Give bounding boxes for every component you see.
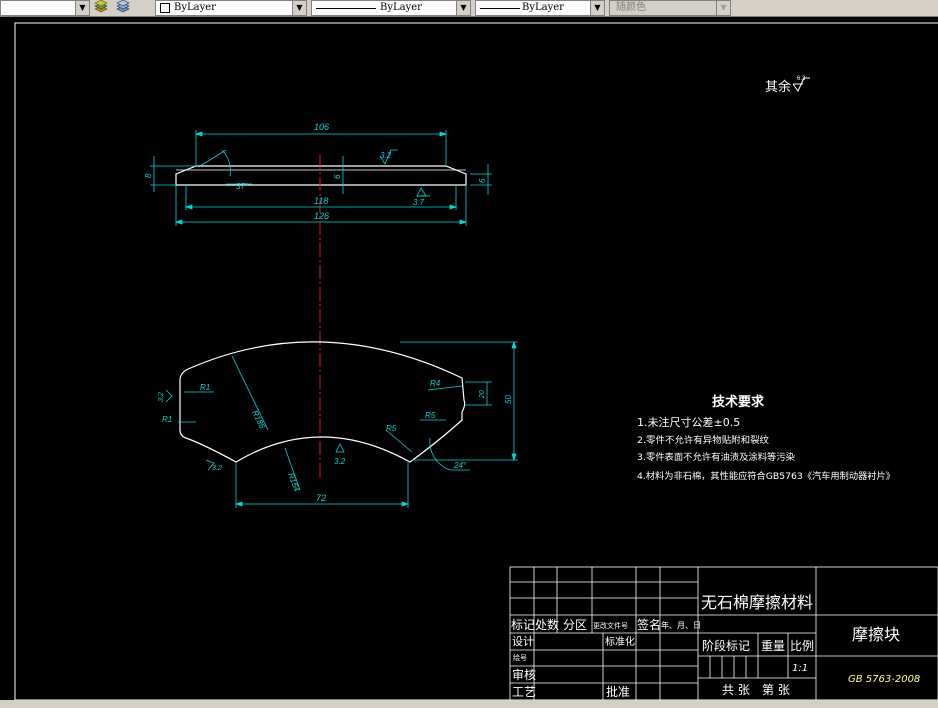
drawing-canvas[interactable]: 其余 6.3 106 118 126 8 6 6 37° 3.2 3.7 R1 … [0, 17, 938, 708]
tb-signature: 签名 [637, 617, 661, 632]
roughness-bottom: 3.7 [413, 198, 425, 207]
roughness-note-value: 6.3 [797, 76, 806, 82]
radius-r5-a: R5 [425, 411, 436, 420]
chevron-down-icon[interactable]: ▼ [456, 1, 470, 15]
lineweight-preview [480, 8, 520, 9]
radius-r4: R4 [430, 379, 441, 388]
tb-weight: 重量 [761, 639, 785, 653]
status-strip [0, 700, 938, 708]
tech-req-title: 技术要求 [712, 394, 765, 410]
tb-drawer: 绘号 [513, 653, 527, 662]
dim-height-right: 6 [478, 178, 487, 183]
dim-bottom-width: 126 [314, 211, 329, 221]
tech-req-item: 2.零件不允许有异物贴附和裂纹 [637, 434, 769, 446]
chevron-down-icon[interactable]: ▼ [590, 1, 604, 15]
angle-label: 37° [236, 182, 249, 191]
tech-req-item: 4.材料为非石棉，其性能应符合GB5763《汽车用制动器衬片》 [637, 470, 895, 482]
tb-approve: 批准 [606, 684, 630, 699]
tb-date: 年、月、日 [661, 620, 701, 630]
tech-req-item: 1.未注尺寸公差±0.5 [637, 415, 740, 429]
radius-r1-lower: R1 [162, 415, 172, 424]
tb-review: 审核 [512, 667, 536, 682]
color-swatch-icon [160, 3, 170, 13]
linetype-combo-value: ByLayer [380, 2, 422, 13]
top-view: 106 118 126 8 6 6 37° 3.2 3.7 [144, 122, 492, 226]
dim-height-mid: 6 [333, 174, 342, 179]
lineweight-combo-value: ByLayer [522, 2, 564, 13]
dim-height: 50 [504, 395, 513, 404]
front-view: R1 R1 3.2 R186 R154 R4 R5 R5 20 50 72 24… [158, 340, 518, 508]
radius-large: R186 [250, 409, 267, 431]
plotstyle-combo: 随颜色 ▼ [609, 0, 731, 16]
tb-standard: GB 5763-2008 [848, 674, 920, 685]
dim-bottom-width: 72 [316, 493, 326, 503]
linetype-combo[interactable]: ByLayer ▼ [311, 0, 471, 16]
dim-height-left: 8 [144, 173, 153, 178]
tb-part-name: 摩擦块 [852, 625, 900, 644]
layer-stack-icon[interactable] [94, 0, 108, 13]
tb-design: 设计 [512, 635, 534, 648]
tech-req-item: 3.零件表面不允许有油渍及涂料等污染 [637, 451, 795, 463]
roughness-note: 其余 [765, 79, 791, 94]
lineweight-combo[interactable]: ByLayer ▼ [475, 0, 605, 16]
top-view-outline [175, 165, 467, 186]
tech-requirements: 技术要求 1.未注尺寸公差±0.5 2.零件不允许有异物贴附和裂纹 3.零件表面… [637, 394, 895, 482]
tb-total-sheets: 共 张 [722, 683, 750, 697]
tb-material: 无石棉摩擦材料 [701, 593, 813, 612]
tb-count: 处数 [535, 617, 559, 632]
tb-scale: 比例 [790, 639, 814, 653]
roughness-bottom-left: 3.2 [212, 465, 222, 472]
radius-r5-b: R5 [386, 424, 397, 433]
dim-top-width: 106 [314, 122, 329, 132]
tb-process: 工艺 [512, 685, 536, 699]
plotstyle-combo-value: 随颜色 [616, 2, 646, 13]
tb-stage-mark: 阶段标记 [702, 638, 750, 653]
dim-mid-width: 118 [314, 196, 328, 206]
tb-mark: 标记 [511, 618, 535, 632]
radius-lower: R154 [286, 472, 301, 494]
chevron-down-icon[interactable]: ▼ [292, 1, 306, 15]
chevron-down-icon[interactable]: ▼ [75, 1, 89, 15]
radius-r1-upper: R1 [200, 383, 210, 392]
tb-standardization: 标准化 [605, 635, 635, 648]
color-combo-value: ByLayer [174, 2, 216, 13]
chevron-down-icon: ▼ [716, 1, 730, 15]
roughness-left: 3.2 [158, 392, 165, 402]
roughness-top: 3.2 [380, 151, 392, 160]
tb-scale-value: 1:1 [792, 663, 808, 674]
color-combo[interactable]: ByLayer ▼ [155, 0, 307, 16]
tb-change-doc: 更改文件号 [593, 621, 628, 630]
angle-label: 24° [453, 461, 467, 470]
dim-notch: 20 [479, 390, 486, 399]
tb-zone: 分区 [563, 618, 587, 632]
layer-previous-icon[interactable] [116, 0, 130, 13]
linetype-preview [316, 8, 376, 9]
front-view-outline [179, 341, 466, 463]
properties-toolbar: ▼ ByLayer ▼ ByLayer ▼ ByLayer ▼ 随颜色 ▼ [0, 0, 938, 17]
tb-sheet-no: 第 张 [762, 683, 790, 697]
roughness-bottom: 3.2 [334, 457, 346, 466]
layer-combo-tail[interactable]: ▼ [0, 0, 90, 16]
